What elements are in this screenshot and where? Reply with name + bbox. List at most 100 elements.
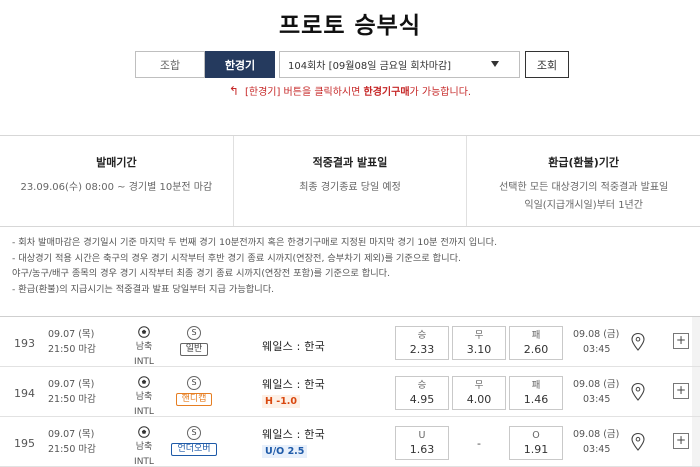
notice-suffix: 가 가능합니다. [409, 87, 472, 98]
scroll-track [692, 317, 700, 366]
odds-button-draw[interactable]: 무 3.10 [452, 326, 506, 360]
single-game-button[interactable]: 한경기 [205, 51, 275, 78]
league-name: 남축INTL [134, 392, 154, 417]
odds-button-under[interactable]: U 1.63 [395, 426, 449, 460]
game-datetime: 09.07 (목) 21:50 마감 [48, 427, 96, 457]
notice-prefix: [한경기] 버튼을 클릭하시면 [244, 87, 361, 98]
odds-value: 1.46 [523, 393, 549, 406]
odds-label: 무 [474, 380, 484, 391]
odds-label: U [418, 430, 426, 441]
game-start-date: 09.08 (금) [573, 379, 620, 390]
game-start-date: 09.08 (금) [573, 429, 620, 440]
game-type: S 핸디캡 [168, 376, 220, 406]
rule-item: - 대상경기 적용 시간은 축구의 경우 경기 시작부터 후반 경기 종료 시까… [12, 252, 461, 264]
game-type: S 언더오버 [168, 426, 220, 456]
game-type: S 일반 [168, 326, 220, 356]
underover-label: U/O 2.5 [262, 445, 308, 458]
single-game-notice: ↰ [한경기] 버튼을 클릭하시면 한경기구매가 가능합니다. [0, 83, 700, 98]
soccer-ball-icon [138, 426, 150, 438]
plus-icon[interactable]: + [673, 383, 689, 399]
game-date: 09.07 (목) [48, 379, 95, 390]
type-badge: 핸디캡 [175, 393, 213, 406]
plus-icon[interactable]: + [673, 433, 689, 449]
odds-value: 4.00 [466, 393, 492, 406]
odds-label: 승 [417, 330, 427, 341]
game-number: 195 [14, 437, 35, 450]
scroll-track [692, 417, 700, 466]
handicap-label: H -1.0 [262, 395, 301, 408]
odds-value: 1.91 [523, 443, 549, 456]
map-pin-icon[interactable] [630, 332, 646, 352]
rules-list: - 회차 발매마감은 경기일시 기준 마지막 두 번째 경기 10분전까지 혹은… [0, 235, 700, 297]
game-start-date: 09.08 (금) [573, 329, 620, 340]
game-date: 09.07 (목) [48, 329, 95, 340]
game-datetime: 09.07 (목) 21:50 마감 [48, 327, 96, 357]
sale-period-text: 23.09.06(수) 08:00 ~ 경기별 10분전 마감 [20, 182, 213, 193]
map-pin-icon[interactable] [630, 382, 646, 402]
odds-value: 2.60 [523, 343, 549, 356]
odds-button-over[interactable]: O 1.91 [509, 426, 563, 460]
refund-period-text-2: 익일(지급개시일)부터 1년간 [524, 200, 643, 211]
type-badge: 일반 [179, 343, 209, 356]
rule-item: 야구/농구/배구 종목의 경우 경기 시작부터 최종 경기 종료 시까지(연장전… [12, 268, 391, 279]
return-arrow-icon: ↰ [228, 84, 239, 98]
game-start: 09.08 (금) 03:45 [573, 377, 619, 407]
game-deadline: 21:50 마감 [48, 344, 96, 355]
odds-button-win[interactable]: 승 2.33 [395, 326, 449, 360]
odds-label: 패 [531, 380, 541, 391]
soccer-ball-icon [138, 376, 150, 388]
rule-item: - 환급(환불)의 지급시기는 적중결과 발표 당일부터 지급 가능합니다. [12, 283, 275, 295]
odds-label: 승 [417, 380, 427, 391]
sale-period: 발매기간 23.09.06(수) 08:00 ~ 경기별 10분전 마감 [0, 136, 234, 226]
game-row: 195 09.07 (목) 21:50 마감 남축INTL S 언더오버 웨일스… [0, 417, 700, 467]
odds-label: 패 [531, 330, 541, 341]
soccer-ball-icon [138, 326, 150, 338]
scroll-track [692, 367, 700, 416]
odds-button-win[interactable]: 승 4.95 [395, 376, 449, 410]
lookup-button[interactable]: 조회 [525, 51, 569, 78]
odds-empty: - [477, 437, 481, 450]
odds-button-lose[interactable]: 패 2.60 [509, 326, 563, 360]
game-deadline: 21:50 마감 [48, 444, 96, 455]
odds-button-draw[interactable]: 무 4.00 [452, 376, 506, 410]
plus-icon[interactable]: + [673, 333, 689, 349]
refund-period: 환급(환불)기간 선택한 모든 대상경기의 적중결과 발표일 익일(지급개시일)… [467, 136, 700, 226]
game-deadline: 21:50 마감 [48, 394, 96, 405]
single-game-icon: S [187, 326, 201, 340]
game-start-time: 03:45 [583, 344, 611, 355]
match-name: 웨일스 : 한국 [262, 378, 325, 391]
odds-value: 3.10 [466, 343, 492, 356]
single-game-icon: S [187, 376, 201, 390]
refund-period-title: 환급(환불)기간 [548, 156, 620, 169]
odds-value: 1.63 [409, 443, 435, 456]
game-row: 193 09.07 (목) 21:50 마감 남축INTL S 일반 웨일스 :… [0, 317, 700, 367]
game-number: 193 [14, 337, 35, 350]
odds-label: 무 [474, 330, 484, 341]
type-badge: 언더오버 [171, 443, 217, 456]
refund-period-text-1: 선택한 모든 대상경기의 적중결과 발표일 [499, 182, 669, 193]
odds-value: 2.33 [409, 343, 435, 356]
sale-info-panel: 발매기간 23.09.06(수) 08:00 ~ 경기별 10분전 마감 적중결… [0, 135, 700, 227]
sport-cell: 남축INTL [130, 326, 158, 370]
game-number: 194 [14, 387, 35, 400]
league-name: 남축INTL [134, 342, 154, 367]
game-start: 09.08 (금) 03:45 [573, 427, 619, 457]
round-select[interactable]: 104회차 [09월08일 금요일 회차마감] [279, 51, 520, 78]
caret-down-icon [491, 61, 499, 67]
map-pin-icon[interactable] [630, 432, 646, 452]
game-date: 09.07 (목) [48, 429, 95, 440]
combo-button[interactable]: 조합 [135, 51, 205, 78]
round-select-value: 104회차 [09월08일 금요일 회차마감] [288, 61, 452, 72]
sale-period-title: 발매기간 [96, 156, 137, 169]
game-start-time: 03:45 [583, 394, 611, 405]
result-announcement-text: 최종 경기종료 당일 예정 [299, 182, 401, 193]
league-name: 남축INTL [134, 442, 154, 467]
game-start: 09.08 (금) 03:45 [573, 327, 619, 357]
bet-type-toggle: 조합 한경기 [135, 51, 275, 78]
result-announcement-title: 적중결과 발표일 [312, 156, 388, 169]
single-game-icon: S [187, 426, 201, 440]
odds-label: O [532, 430, 540, 441]
sport-cell: 남축INTL [130, 376, 158, 420]
odds-value: 4.95 [409, 393, 435, 406]
odds-button-lose[interactable]: 패 1.46 [509, 376, 563, 410]
